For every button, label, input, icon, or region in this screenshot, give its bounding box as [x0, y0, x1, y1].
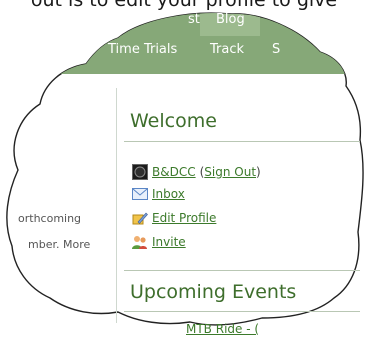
upcoming-events-heading: Upcoming Events [130, 281, 297, 303]
envelope-icon [132, 188, 148, 200]
sign-out-link[interactable]: Sign Out [204, 165, 256, 179]
club-link[interactable]: B&DCC [152, 165, 196, 179]
inbox-link[interactable]: Inbox [152, 187, 185, 201]
invite-row[interactable]: Invite [132, 234, 186, 250]
events-divider [124, 311, 360, 312]
column-divider [116, 88, 117, 323]
welcome-divider [124, 141, 360, 142]
event-link-mtb-ride[interactable]: MTB Ride - ( [186, 322, 259, 336]
forthcoming-text: orthcoming [18, 212, 82, 225]
more-text: mber. More [28, 238, 91, 251]
nav-item-blog[interactable]: Blog [216, 12, 245, 27]
nav-item-partial[interactable]: st [188, 12, 200, 27]
user-avatar-icon [132, 164, 148, 180]
nav-bar-band [6, 13, 364, 74]
invite-users-icon [132, 236, 147, 249]
invite-link[interactable]: Invite [152, 235, 186, 249]
nav-item-partial-s[interactable]: S [272, 42, 280, 57]
events-top-divider [124, 270, 360, 271]
nav-item-track[interactable]: Track [210, 42, 244, 57]
inbox-row[interactable]: Inbox [132, 187, 185, 201]
edit-profile-link[interactable]: Edit Profile [152, 211, 216, 225]
nav-item-time-trials[interactable]: Time Trials [108, 42, 177, 57]
welcome-heading: Welcome [130, 110, 217, 132]
user-row: B&DCC ( Sign Out ) [132, 164, 261, 180]
edit-profile-icon [132, 212, 148, 225]
edit-profile-row[interactable]: Edit Profile [132, 210, 216, 226]
paren-close: ) [256, 165, 261, 179]
